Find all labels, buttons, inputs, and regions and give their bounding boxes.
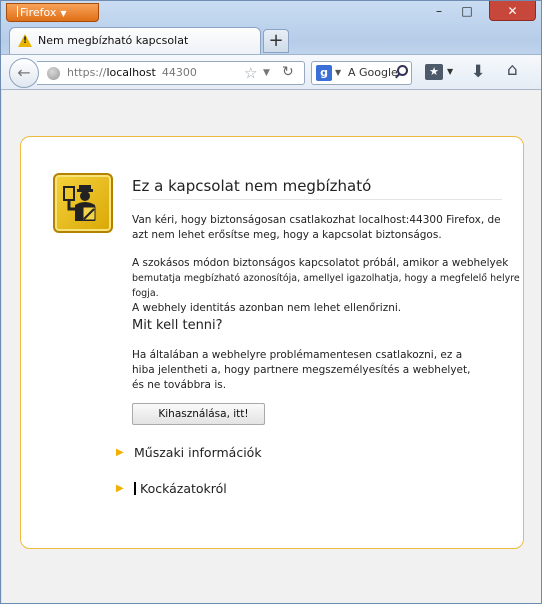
chevron-down-icon: ▼ xyxy=(60,9,67,18)
chevron-down-icon: ▼ xyxy=(447,67,454,76)
close-button[interactable]: ✕ xyxy=(489,1,536,21)
expand-arrow-icon: ▶ xyxy=(116,447,124,458)
url-scheme: https:// xyxy=(67,66,107,79)
url-port: 44300 xyxy=(161,66,197,79)
bookmark-star-icon[interactable]: ☆ xyxy=(244,64,257,82)
risks-label: Kockázatokról xyxy=(140,481,227,496)
explanation-line-3: A webhely identitás azonban nem lehet el… xyxy=(132,302,402,314)
home-icon[interactable]: ⌂ xyxy=(507,60,518,80)
expand-arrow-icon: ▶ xyxy=(116,483,124,494)
bookmarks-menu-button[interactable]: ★ ▼ xyxy=(421,62,457,84)
get-me-out-button[interactable]: Kihasználása, itt! xyxy=(132,403,265,425)
warning-icon xyxy=(18,34,32,47)
url-host: localhost xyxy=(106,66,156,79)
technical-details-expander[interactable]: ▶ Műszaki információk xyxy=(116,445,262,460)
history-dropdown-icon[interactable]: ▼ xyxy=(263,68,270,78)
page-title: Ez a kapcsolat nem megbízható xyxy=(132,177,372,195)
tab-label: Nem megbízható kapcsolat xyxy=(38,34,189,47)
reload-icon[interactable]: ↻ xyxy=(282,64,294,80)
text-cursor-icon xyxy=(17,6,18,17)
search-bar[interactable]: g ▼ A Google xyxy=(311,61,412,85)
firefox-menu-label: Firefox xyxy=(20,6,57,19)
officer-figure-icon xyxy=(63,185,96,221)
description-text: Van kéri, hogy biztonságosan csatlakozha… xyxy=(132,214,501,241)
back-arrow-icon: ← xyxy=(17,63,31,82)
error-panel: Ez a kapcsolat nem megbízható Van kéri, … xyxy=(20,136,524,549)
firefox-menu-button[interactable]: Firefox ▼ xyxy=(6,3,99,22)
url-bar[interactable]: https://localhost 44300 ☆ ▼ ↻ xyxy=(37,61,305,85)
explanation-text: A szokásos módon biztonságos kapcsolatot… xyxy=(132,256,532,316)
technical-details-label: Műszaki információk xyxy=(134,445,262,460)
bookmarks-icon: ★ xyxy=(425,64,443,80)
explanation-line-1: A szokásos módon biztonságos kapcsolatot… xyxy=(132,257,509,269)
search-engine-caret-icon[interactable]: ▼ xyxy=(335,68,341,77)
minimize-button[interactable]: – xyxy=(425,1,453,21)
maximize-button[interactable]: □ xyxy=(453,1,481,21)
tab-untrusted-connection[interactable]: Nem megbízható kapcsolat xyxy=(9,27,261,54)
navigation-toolbar: https://localhost 44300 ☆ ▼ ↻ ← g ▼ A Goo… xyxy=(1,54,541,90)
advice-text: Ha általában a webhelyre problémamentese… xyxy=(132,349,471,391)
officer-badge-icon xyxy=(53,173,113,233)
downloads-icon[interactable]: ⬇ xyxy=(471,62,485,82)
text-cursor-icon xyxy=(134,482,136,495)
explanation-line-2: bemutatja megbízható azonosítója, amelly… xyxy=(132,273,520,299)
back-button[interactable]: ← xyxy=(9,58,39,88)
globe-icon[interactable] xyxy=(47,67,60,80)
search-icon[interactable] xyxy=(397,65,408,76)
url-text[interactable]: https://localhost 44300 xyxy=(67,66,197,79)
what-to-do-heading: Mit kell tenni? xyxy=(132,318,223,333)
page-content: Ez a kapcsolat nem megbízható Van kéri, … xyxy=(2,90,541,603)
search-input[interactable]: A Google xyxy=(348,66,398,79)
new-tab-button[interactable]: + xyxy=(263,29,289,53)
google-icon[interactable]: g xyxy=(316,65,332,81)
browser-window: Firefox▼ – □ ✕ Nem megbízható kapcsolat … xyxy=(0,0,542,604)
title-divider xyxy=(132,199,502,200)
risks-expander[interactable]: ▶ Kockázatokról xyxy=(116,481,227,496)
